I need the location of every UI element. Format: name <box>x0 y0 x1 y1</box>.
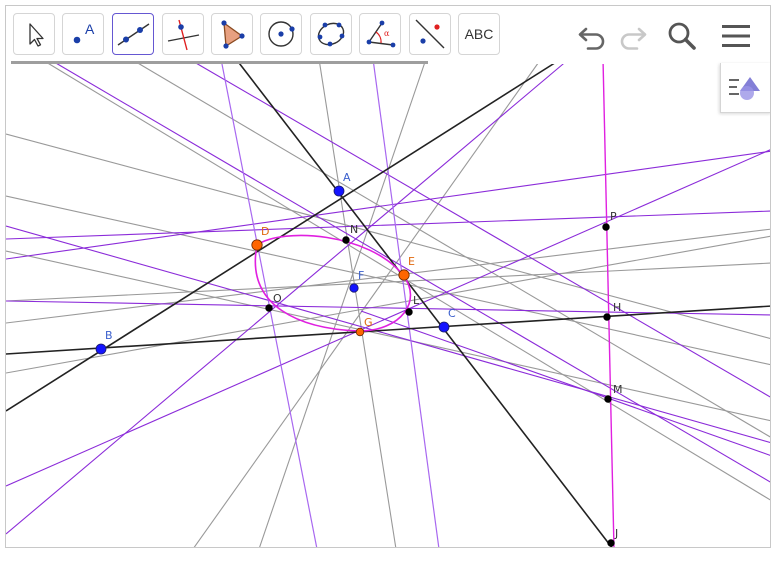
hamburger-menu-icon <box>722 25 750 47</box>
polygon-tool-button[interactable] <box>211 13 253 55</box>
point-label-p: P <box>610 210 617 223</box>
point-label-j: J <box>614 527 618 540</box>
point-label-o: O <box>273 292 282 305</box>
line-tool-button[interactable] <box>112 13 154 55</box>
point-p[interactable] <box>602 223 610 231</box>
line-through-two-points-icon <box>117 23 150 46</box>
point-n[interactable] <box>342 236 350 244</box>
construction-line[interactable] <box>360 310 771 456</box>
construction-line[interactable] <box>318 58 397 548</box>
svg-text:α: α <box>384 29 390 38</box>
toolbar-scroll-indicator <box>11 61 428 64</box>
construction-line[interactable] <box>220 58 318 548</box>
point-a[interactable] <box>333 185 345 197</box>
construction-line[interactable] <box>372 58 440 548</box>
point-m[interactable] <box>604 395 612 403</box>
point-c[interactable] <box>438 321 450 333</box>
point-j[interactable] <box>607 539 615 547</box>
point-l[interactable] <box>405 308 413 316</box>
point-label-m: M <box>613 383 623 396</box>
undo-icon <box>578 27 605 50</box>
search-button[interactable] <box>664 18 700 54</box>
point-label-e: E <box>408 255 415 268</box>
point-h[interactable] <box>603 313 611 321</box>
text-tool-label: ABC <box>464 26 494 42</box>
construction-line[interactable] <box>6 305 771 355</box>
construction-line[interactable] <box>235 58 613 548</box>
point-label-b: B <box>105 329 113 342</box>
conic-five-points-icon <box>317 22 345 47</box>
point-label-n: N <box>350 223 358 236</box>
reflect-tool-button[interactable] <box>409 13 451 55</box>
point-label-c: C <box>448 307 456 320</box>
construction-line[interactable] <box>193 58 542 548</box>
toolbar: A α ABC <box>6 6 770 64</box>
main-menu-button[interactable] <box>718 18 754 54</box>
geogebra-app: ABCDEFGNOLPHMJ A α ABC <box>5 5 771 548</box>
point-o[interactable] <box>265 304 273 312</box>
circle-tool-button[interactable] <box>260 13 302 55</box>
angle-icon: α <box>366 20 396 48</box>
point-f[interactable] <box>349 283 359 293</box>
point-icon: A <box>73 21 95 44</box>
point-label-l: L <box>413 294 420 307</box>
construction-line[interactable] <box>259 58 427 548</box>
point-d[interactable] <box>251 239 263 251</box>
construction-points: A B C D E F G N O L P H M J <box>95 171 623 547</box>
graphics-view[interactable]: ABCDEFGNO LPHMJ <box>6 6 771 548</box>
point-label-a: A <box>343 171 351 184</box>
perpendicular-line-tool-button[interactable] <box>162 13 204 55</box>
point-label-d: D <box>261 225 269 238</box>
construction-lines <box>6 58 771 548</box>
construction-line[interactable] <box>6 195 771 366</box>
point-g[interactable] <box>355 327 365 337</box>
construction-line[interactable] <box>6 58 562 412</box>
style-bar-toggle-button[interactable] <box>720 63 770 113</box>
redo-icon <box>620 27 647 50</box>
point-e[interactable] <box>398 269 410 281</box>
point-b[interactable] <box>95 343 107 355</box>
construction-line[interactable] <box>130 58 771 438</box>
undo-button[interactable] <box>574 18 610 54</box>
text-tool-button[interactable]: ABC <box>458 13 500 55</box>
svg-text:A: A <box>85 21 95 37</box>
angle-tool-button[interactable]: α <box>359 13 401 55</box>
style-bar-toggle-icon <box>729 77 760 100</box>
redo-button[interactable] <box>615 18 651 54</box>
construction-line[interactable] <box>6 149 771 487</box>
conic-tool-button[interactable] <box>310 13 352 55</box>
point-label-h: H <box>613 301 621 314</box>
reflect-about-line-icon <box>415 19 445 49</box>
move-tool-button[interactable] <box>13 13 55 55</box>
cursor-arrow-icon <box>29 23 44 47</box>
search-icon <box>668 22 696 50</box>
polygon-icon <box>221 20 245 49</box>
point-tool-button[interactable]: A <box>62 13 104 55</box>
perpendicular-line-icon <box>167 19 200 51</box>
point-label-g: G <box>364 316 373 329</box>
point-label-f: F <box>358 269 364 282</box>
circle-center-point-icon <box>268 21 295 47</box>
construction-line[interactable] <box>6 210 771 240</box>
